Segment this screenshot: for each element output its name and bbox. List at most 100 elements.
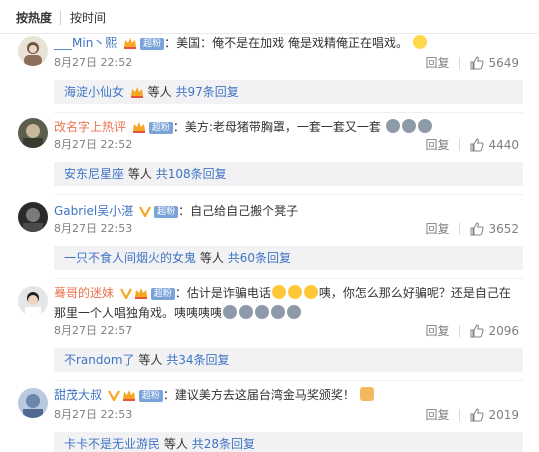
comment-actions: 回复 3652 <box>425 222 519 236</box>
emoji-icon <box>287 305 302 319</box>
comment-text: 建议美方去这届台湾金马奖颁奖！ <box>174 388 355 402</box>
sort-by-time-tab[interactable]: 按时间 <box>70 10 106 26</box>
reply-prefix: 等人 <box>138 353 163 367</box>
comment-text: 美方:老母猪带胸罩，一套一套又一套 <box>184 120 381 134</box>
laugh-emoji-icon <box>303 285 318 299</box>
like-count: 2019 <box>488 408 519 422</box>
reply-count[interactable]: 共60条回复 <box>228 251 291 265</box>
reply-username[interactable]: 一只不食人间烟火的女鬼 <box>64 251 196 265</box>
comment-time: 8月27日 22:53 <box>54 408 133 421</box>
reply-summary[interactable]: 安东尼星座 等人 共108条回复 <box>54 162 523 186</box>
emoji-icon <box>417 119 432 133</box>
emoji-icon <box>385 119 400 133</box>
thumbs-up-icon[interactable] <box>470 408 485 422</box>
reply-summary[interactable]: 一只不食人间烟火的女鬼 等人 共60条回复 <box>54 246 523 270</box>
crown-icon <box>134 286 148 304</box>
vip-badge[interactable]: 超粉 <box>140 38 165 50</box>
comment-text: 那里一个人唱独角戏。咦咦咦咦 <box>54 306 223 320</box>
reply-summary[interactable]: 卡卡不是无业游民 等人 共28条回复 <box>54 432 523 452</box>
avatar[interactable] <box>18 202 48 232</box>
reply-button[interactable]: 回复 <box>425 56 449 70</box>
comment-username[interactable]: 甜茂大叔 <box>54 388 102 402</box>
vip-badge[interactable]: 超粉 <box>150 288 175 300</box>
avatar[interactable] <box>18 286 48 316</box>
vip-badge[interactable]: 超粉 <box>154 206 179 218</box>
emoji-icon <box>401 119 416 133</box>
crown-icon <box>122 388 136 406</box>
reply-button[interactable]: 回复 <box>425 408 449 422</box>
reply-summary[interactable]: 不random了 等人 共34条回复 <box>54 348 523 372</box>
comment-actions: 回复 2096 <box>425 324 519 338</box>
crown-icon <box>130 82 144 106</box>
reply-username[interactable]: 安东尼星座 <box>64 167 124 181</box>
reply-username[interactable]: 卡卡不是无业游民 <box>64 437 160 451</box>
colon: ： <box>174 286 187 300</box>
thumbs-up-icon[interactable] <box>470 324 485 338</box>
colon: ： <box>178 204 191 218</box>
laugh-emoji-icon <box>287 285 302 299</box>
reply-count[interactable]: 共97条回复 <box>176 85 239 99</box>
like-count: 3652 <box>488 222 519 236</box>
vip-badge[interactable]: 超粉 <box>138 390 163 402</box>
reply-button[interactable]: 回复 <box>425 138 449 152</box>
vip-badge[interactable]: 超粉 <box>148 122 173 134</box>
comment-actions: 回复 4440 <box>425 138 519 152</box>
comment-actions: 回复 2019 <box>425 408 519 422</box>
comment-username[interactable]: Gabriel吴小湛 <box>54 204 133 218</box>
comment-time: 8月27日 22:57 <box>54 324 133 337</box>
colon: ： <box>164 36 177 50</box>
reply-prefix: 等人 <box>147 85 172 99</box>
comment-actions: 回复 5649 <box>425 56 519 70</box>
reply-button[interactable]: 回复 <box>425 222 449 236</box>
comment-text: 咦，你怎么那么好骗呢？还是自己在 <box>318 286 511 300</box>
action-divider <box>459 57 461 69</box>
thumbs-up-icon[interactable] <box>470 222 485 236</box>
divider <box>54 112 523 113</box>
action-divider <box>459 139 461 151</box>
reply-summary[interactable]: 海淀小仙女 等人 共97条回复 <box>54 80 523 104</box>
reply-username[interactable]: 不random了 <box>64 353 135 367</box>
crown-icon <box>132 120 146 138</box>
reply-count[interactable]: 共108条回复 <box>156 167 227 181</box>
thumbs-up-icon[interactable] <box>470 56 485 70</box>
comment-line: ___Min丶熙 超粉 ：美国：俺不是在加戏 俺是戏精俺正在唱戏。 <box>54 34 519 54</box>
comment-line: 蓦哥的迷妹 超粉 ：估计是诈骗电话 咦，你怎么那么好骗呢？还是自己在那里一个人唱独角… <box>54 284 514 322</box>
comment-time: 8月27日 22:53 <box>54 222 133 235</box>
reply-button[interactable]: 回复 <box>425 324 449 338</box>
comment-username[interactable]: 蓦哥的迷妹 <box>54 286 114 300</box>
reply-username[interactable]: 海淀小仙女 <box>64 85 124 99</box>
verified-v-icon <box>107 388 120 406</box>
reply-prefix: 等人 <box>163 437 188 451</box>
comment-username[interactable]: ___Min丶熙 <box>54 36 117 50</box>
comment-username[interactable]: 改名字上热评 <box>54 120 126 134</box>
divider <box>54 278 523 279</box>
sort-divider <box>60 11 61 25</box>
comment-line: 改名字上热评 超粉 ：美方:老母猪带胸罩，一套一套又一套 <box>54 118 519 138</box>
reply-prefix: 等人 <box>199 251 224 265</box>
colon: ： <box>162 388 175 402</box>
emoji-icon <box>239 305 254 319</box>
action-divider <box>459 223 461 235</box>
comment-time: 8月27日 22:52 <box>54 138 133 151</box>
like-count: 4440 <box>488 138 519 152</box>
thumbs-up-emoji-icon <box>359 387 374 401</box>
sort-by-hot-tab[interactable]: 按热度 <box>16 10 52 26</box>
reply-count[interactable]: 共34条回复 <box>166 353 229 367</box>
verified-v-icon <box>119 286 132 304</box>
reply-count[interactable]: 共28条回复 <box>192 437 255 451</box>
comment-text: 估计是诈骗电话 <box>186 286 271 300</box>
comment-line: 甜茂大叔 超粉 ：建议美方去这届台湾金马奖颁奖！ <box>54 386 519 406</box>
divider <box>54 380 523 381</box>
avatar[interactable] <box>18 118 48 148</box>
laugh-emoji-icon <box>271 285 286 299</box>
comment-text: 自己给自己搬个凳子 <box>190 204 299 218</box>
reply-prefix: 等人 <box>127 167 152 181</box>
wink-emoji-icon <box>412 35 427 49</box>
thumbs-up-icon[interactable] <box>470 138 485 152</box>
verified-v-icon <box>139 204 152 222</box>
comment-time: 8月27日 22:52 <box>54 56 133 69</box>
avatar[interactable] <box>18 388 48 418</box>
action-divider <box>459 409 461 421</box>
action-divider <box>459 325 461 337</box>
avatar[interactable] <box>18 36 48 66</box>
